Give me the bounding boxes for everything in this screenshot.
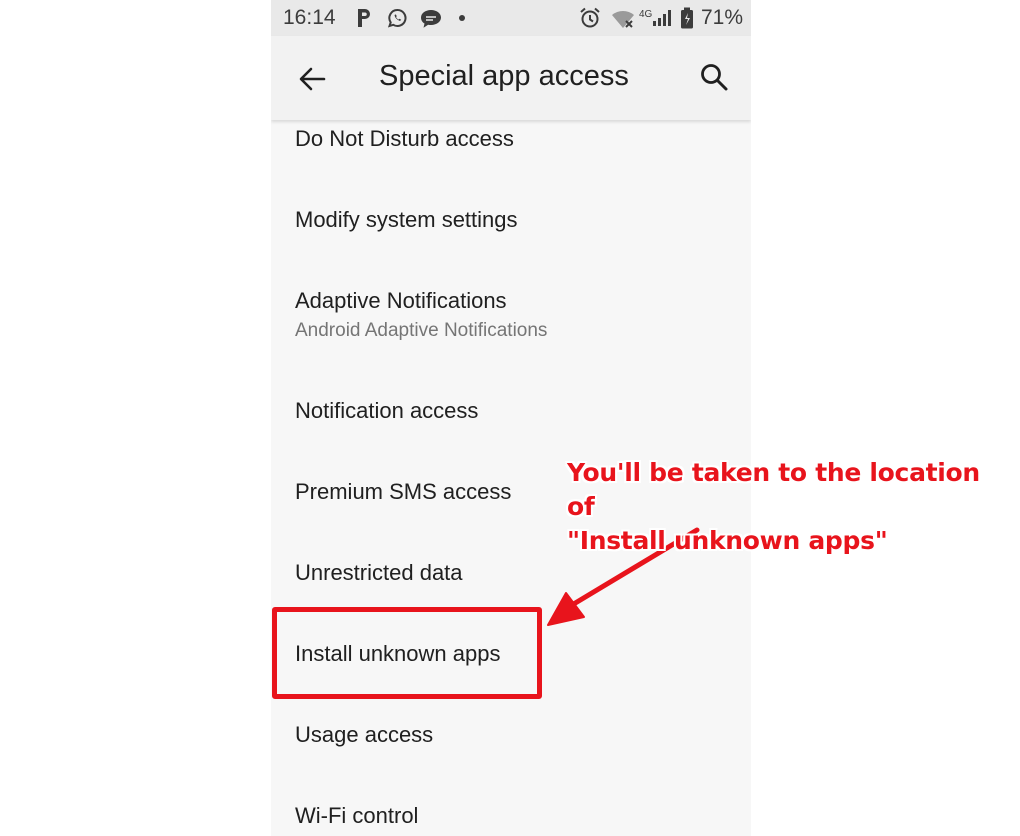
list-item-title: Modify system settings: [295, 207, 518, 232]
annotation-line-2: "Install unknown apps": [567, 526, 888, 555]
list-item-title: Adaptive Notifications: [295, 288, 507, 313]
parking-app-icon: [358, 9, 370, 27]
battery-icon: [681, 7, 693, 29]
list-item-title: Notification access: [295, 398, 479, 423]
phone-screen: 16:14 4G 71% Special app access Do Not D…: [271, 0, 751, 836]
notification-dot-icon: [459, 15, 465, 21]
list-item-title: Wi-Fi control: [295, 803, 419, 828]
highlight-box: [272, 607, 542, 699]
network-type-label: 4G: [639, 9, 653, 20]
search-icon: [701, 64, 728, 91]
wifi-off-icon: [612, 10, 634, 28]
app-bar: Special app access: [271, 36, 751, 120]
list-item-wifi-control[interactable]: Wi-Fi control: [271, 778, 751, 836]
status-bar: 16:14 4G 71%: [271, 0, 751, 36]
list-item-title: Premium SMS access: [295, 479, 512, 504]
list-item-title: Unrestricted data: [295, 560, 463, 585]
battery-percent: 71%: [701, 6, 744, 29]
back-button[interactable]: [297, 64, 327, 94]
list-item-usage-access[interactable]: Usage access: [271, 697, 751, 778]
annotation-line-1: You'll be taken to the location of: [567, 458, 980, 521]
list-item-title: Do Not Disturb access: [295, 126, 514, 151]
list-item-adaptive-notifications[interactable]: Adaptive Notifications Android Adaptive …: [271, 263, 751, 373]
chat-bubble-icon: [421, 10, 441, 28]
cell-signal-icon: [653, 10, 671, 26]
page-title: Special app access: [379, 60, 629, 92]
arrow-left-icon: [299, 67, 326, 91]
list-item-do-not-disturb-access[interactable]: Do Not Disturb access: [271, 120, 751, 182]
list-item-title: Usage access: [295, 722, 434, 747]
search-button[interactable]: [699, 62, 729, 92]
list-item-notification-access[interactable]: Notification access: [271, 373, 751, 454]
alarm-icon: [580, 7, 600, 28]
whatsapp-icon: [387, 8, 407, 28]
annotation-callout: You'll be taken to the location of "Inst…: [567, 456, 1007, 558]
status-time: 16:14: [283, 6, 336, 29]
list-item-modify-system-settings[interactable]: Modify system settings: [271, 182, 751, 263]
list-item-subtitle: Android Adaptive Notifications: [295, 320, 548, 341]
